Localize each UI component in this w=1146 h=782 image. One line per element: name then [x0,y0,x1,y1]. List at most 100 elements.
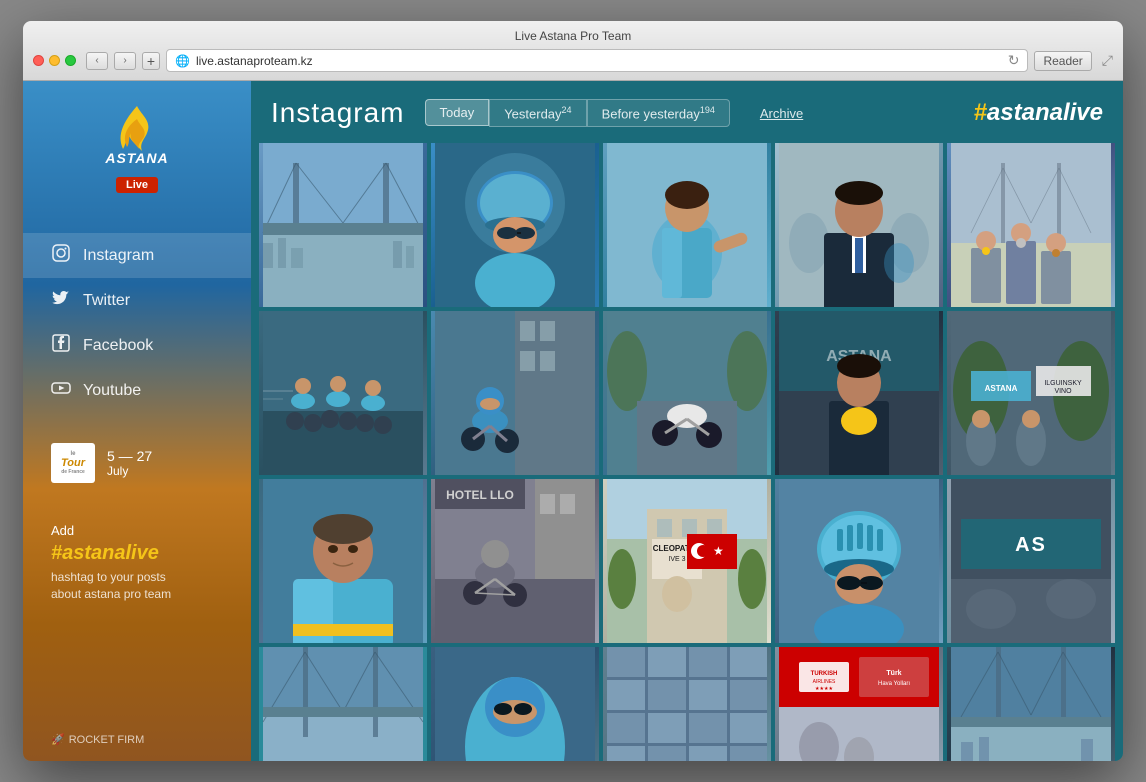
content-header: Instagram Today Yesterday24 Before yeste… [251,81,1123,139]
photo-r3c2-image: HOTEL LLO [431,479,599,643]
photo-r2c1[interactable] [259,311,427,475]
photo-r4c4[interactable]: TURKISH AIRLINES ★★★★ Türk Hava Yolları [775,647,943,761]
archive-link[interactable]: Archive [760,106,803,121]
photo-r3c3-image: CLEOPATRA IVE 3 ★ [603,479,771,643]
photo-r3c5[interactable]: AS [947,479,1115,643]
tab-before-yesterday-count: 194 [700,105,715,115]
svg-text:AIRLINES: AIRLINES [813,679,836,685]
photo-r1c3-image [603,143,771,307]
photo-r2c3[interactable] [603,311,771,475]
photo-r3c5-image: AS [947,479,1115,643]
photo-r4c5-image [947,647,1115,761]
photo-r1c2[interactable] [431,143,599,307]
photo-r4c1-image [259,647,427,761]
sidebar-item-twitter[interactable]: Twitter [23,278,251,323]
photo-r1c5[interactable] [947,143,1115,307]
minimize-dot[interactable] [49,55,60,66]
sidebar-logo-area: ASTANA Live [23,81,251,203]
photo-r3c1-image [259,479,427,643]
photo-r3c4[interactable] [775,479,943,643]
tab-yesterday[interactable]: Yesterday24 [489,99,586,127]
main-content: Instagram Today Yesterday24 Before yeste… [251,81,1123,761]
photo-r2c2[interactable] [431,311,599,475]
youtube-icon [51,378,71,403]
reader-button[interactable]: Reader [1034,51,1091,71]
tour-section: le Tour de France 5 — 27 July [23,433,251,493]
sidebar-item-facebook[interactable]: Facebook [23,323,251,368]
svg-text:ILGUINSKY: ILGUINSKY [1044,380,1082,387]
tab-before-yesterday[interactable]: Before yesterday194 [587,99,730,127]
section-title: Instagram [271,97,405,129]
photo-r4c3[interactable] [603,647,771,761]
svg-text:IVE 3: IVE 3 [668,556,685,563]
svg-text:ASTANA: ASTANA [104,150,168,166]
photo-r2c5[interactable]: ASTANA ILGUINSKY VINO [947,311,1115,475]
svg-text:★: ★ [713,544,724,558]
twitter-icon [51,288,71,313]
photo-r2c5-image: ASTANA ILGUINSKY VINO [947,311,1115,475]
photo-r1c3[interactable] [603,143,771,307]
tour-de-france-logo: le Tour de France [51,443,95,483]
hashtag-header: #astanalive [974,99,1103,127]
photo-r4c3-image [603,647,771,761]
url-bar: 🌐 live.astanaproteam.kz ↻ [166,49,1028,72]
svg-text:★★★★: ★★★★ [815,686,833,692]
sidebar-item-instagram[interactable]: Instagram [23,233,251,278]
sidebar-footer: 🚀 ROCKET FIRM [23,718,251,761]
photo-grid: ASTANA [251,139,1123,761]
hashtag-description: hashtag to your postsabout astana pro te… [51,569,223,603]
url-text: live.astanaproteam.kz [196,54,1002,68]
photo-r3c2[interactable]: HOTEL LLO [431,479,599,643]
hashtag-add-text: Add [51,523,223,538]
back-button[interactable]: ‹ [86,52,108,70]
photo-r4c1[interactable] [259,647,427,761]
photo-r2c3-image [603,311,771,475]
svg-text:Hava Yolları: Hava Yolları [878,681,910,687]
tab-today-label: Today [440,105,475,120]
svg-text:VINO: VINO [1054,388,1072,395]
youtube-label: Youtube [83,382,141,400]
footer-label: ROCKET FIRM [69,734,145,746]
fullscreen-button[interactable]: ⤢ [1102,52,1113,69]
photo-r4c2-image [431,647,599,761]
tab-bar: Today Yesterday24 Before yesterday194 [425,99,730,127]
hashtag-tag[interactable]: #astanalive [51,542,223,565]
photo-r3c1[interactable] [259,479,427,643]
photo-r2c4[interactable]: ASTANA [775,311,943,475]
sidebar-nav: Instagram Twitter [23,233,251,413]
photo-r1c1-image [259,143,427,307]
sidebar-item-youtube[interactable]: Youtube [23,368,251,413]
tab-today[interactable]: Today [425,99,490,126]
tab-before-yesterday-label: Before yesterday [602,106,700,121]
photo-r3c4-image [775,479,943,643]
sidebar: ASTANA Live Instagram [23,81,251,761]
photo-r1c4[interactable] [775,143,943,307]
photo-r1c5-image [947,143,1115,307]
svg-text:AS: AS [1015,534,1047,556]
tour-dates: 5 — 27 July [107,448,152,478]
tab-yesterday-count: 24 [562,105,572,115]
reload-button[interactable]: ↻ [1008,52,1020,69]
new-tab-button[interactable]: + [142,52,160,70]
browser-dots [33,55,76,66]
facebook-label: Facebook [83,337,153,355]
instagram-label: Instagram [83,247,154,265]
svg-text:TURKISH: TURKISH [811,671,838,677]
forward-button[interactable]: › [114,52,136,70]
photo-r1c4-image [775,143,943,307]
photo-r3c3[interactable]: CLEOPATRA IVE 3 ★ [603,479,771,643]
maximize-dot[interactable] [65,55,76,66]
rocket-icon: 🚀 [51,733,65,746]
close-dot[interactable] [33,55,44,66]
photo-r1c1[interactable] [259,143,427,307]
astana-logo-icon: ASTANA [87,101,187,171]
photo-r4c5[interactable] [947,647,1115,761]
photo-r4c2[interactable] [431,647,599,761]
photo-r2c2-image [431,311,599,475]
url-globe-icon: 🌐 [175,54,190,68]
hashtag-section: Add #astanalive hashtag to your postsabo… [23,513,251,613]
live-badge: Live [116,177,158,193]
photo-r2c4-image: ASTANA [775,311,943,475]
svg-text:HOTEL LLO: HOTEL LLO [446,488,514,502]
photo-r4c4-image: TURKISH AIRLINES ★★★★ Türk Hava Yolları [775,647,943,761]
